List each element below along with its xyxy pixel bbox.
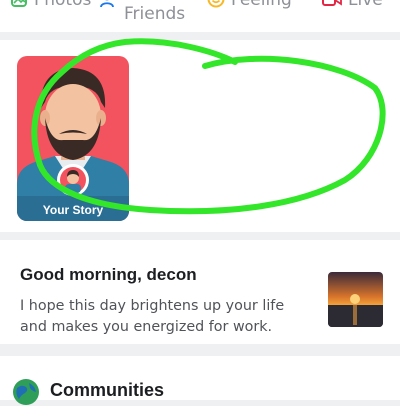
greeting-card: Good morning, decon I hope this day brig… [0,240,400,344]
sunset-thumbnail [328,272,383,327]
story-add-badge[interactable] [57,164,89,196]
live-icon [322,0,342,6]
tag-friends-icon [100,0,114,8]
photo-icon [11,0,27,7]
communities-row[interactable]: Communities [0,356,400,405]
feeling-icon [207,0,225,8]
communities-label: Communities [50,380,165,400]
tag-friends-button[interactable] [100,0,120,8]
globe-icon [13,379,39,405]
composer-actions: Photos Friends Feeling Live [0,0,400,32]
your-story-label: Your Story [42,203,104,217]
live-button[interactable]: Live [322,0,383,10]
photos-button[interactable]: Photos [10,0,91,10]
avatar-icon [17,68,129,221]
feeling-label: Feeling [231,0,292,10]
greeting-message: I hope this day brightens up your life a… [20,298,285,335]
stories-section: Your Story [0,40,400,232]
feeling-button[interactable]: Feeling [207,0,292,10]
greeting-title: Good morning, decon [20,265,197,284]
your-story-card[interactable]: Your Story [17,56,129,221]
tag-friends-label: Friends [124,4,186,24]
mini-avatar-icon [60,167,86,193]
photos-label: Photos [34,0,92,10]
live-label: Live [348,0,383,10]
